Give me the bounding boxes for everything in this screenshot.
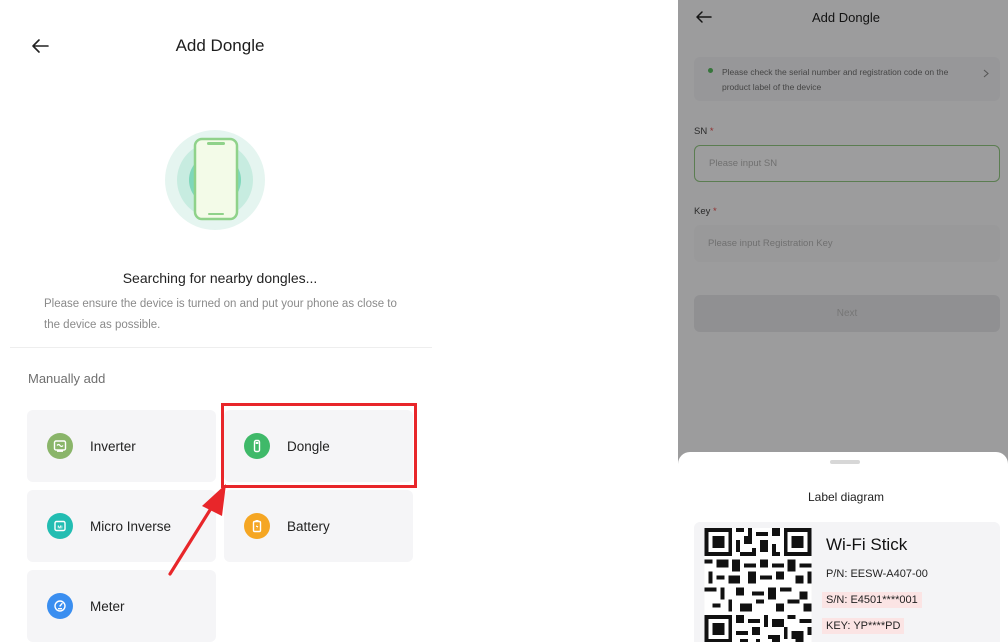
phone-search-illustration	[165, 130, 265, 230]
product-label-card: Wi-Fi Stick P/N: EESW-A407-00 S/N: E4501…	[694, 522, 1000, 642]
manually-add-title: Manually add	[28, 371, 106, 386]
page-title: Add Dongle	[175, 36, 265, 55]
device-label: Inverter	[90, 438, 136, 454]
sheet-title: Label diagram	[807, 490, 885, 504]
searching-title: Searching for nearby dongles...	[122, 270, 318, 286]
device-card-meter[interactable]: Meter	[27, 570, 216, 642]
qr-code-image	[704, 528, 812, 642]
add-dongle-manual-screen: Add Dongle Please check the serial numbe…	[678, 0, 1008, 642]
meter-icon	[47, 593, 73, 619]
battery-icon	[244, 513, 270, 539]
label-diagram-sheet: Label diagram Wi-Fi Stick P/N: EESW-A407…	[678, 452, 1008, 642]
serial-number-example: S/N: E4501****001	[822, 592, 922, 608]
svg-text:MI: MI	[57, 524, 62, 529]
product-name: Wi-Fi Stick	[826, 535, 908, 554]
device-card-battery[interactable]: Battery	[224, 490, 413, 562]
annotation-arrow-icon	[168, 484, 226, 576]
part-number: P/N: EESW-A407-00	[826, 568, 928, 580]
divider	[10, 347, 432, 348]
dongle-highlight-annotation	[221, 403, 417, 488]
registration-key-example: KEY: YP****PD	[822, 618, 905, 634]
device-card-inverter[interactable]: Inverter	[27, 410, 216, 482]
searching-description: Please ensure the device is turned on an…	[44, 298, 397, 331]
add-dongle-search-screen: Add Dongle Searching for nearby dongles.…	[0, 0, 435, 642]
device-label: Meter	[90, 598, 125, 614]
inverter-icon	[47, 433, 73, 459]
sheet-drag-handle[interactable]	[830, 460, 860, 464]
device-label: Battery	[287, 518, 330, 534]
device-label: Micro Inverse	[90, 518, 172, 534]
micro-inverse-icon: MI	[47, 513, 73, 539]
